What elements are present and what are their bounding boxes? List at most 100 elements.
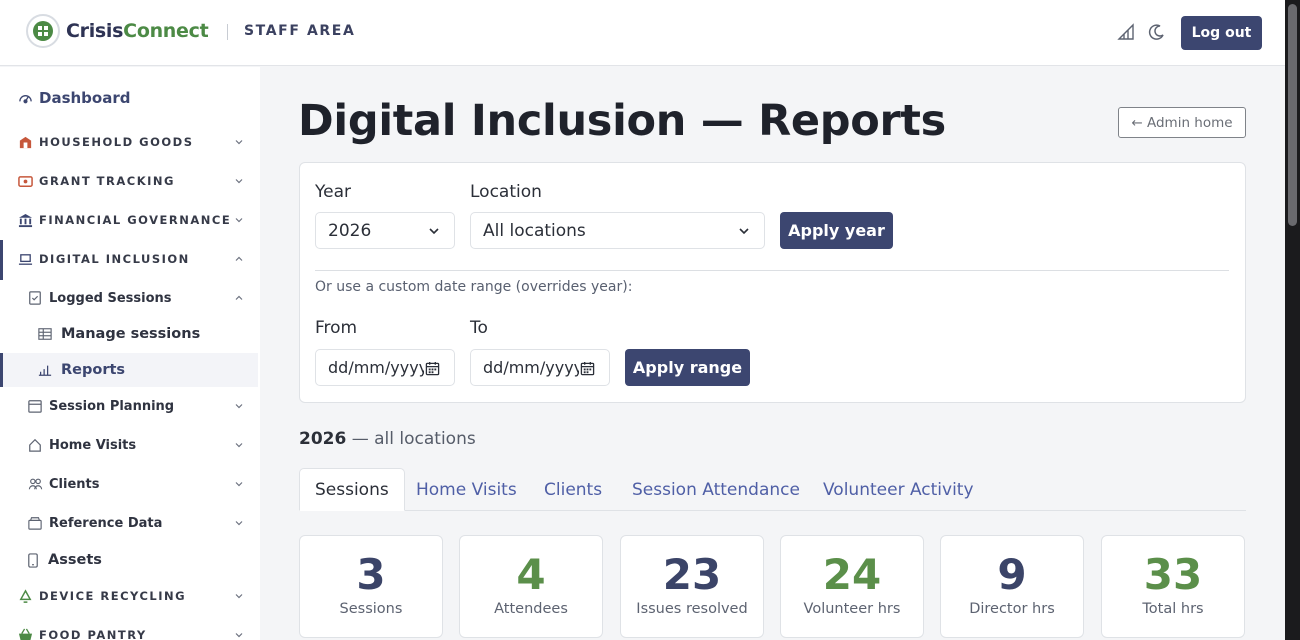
stat-value: 33 [1143, 550, 1203, 599]
sidebar-item-label: FINANCIAL GOVERNANCE [39, 213, 232, 227]
stat-label: Sessions [339, 601, 403, 617]
year-select-value: 2026 [328, 220, 372, 241]
admin-home-button[interactable]: ← Admin home [1118, 107, 1246, 138]
sidebar-item-label: Clients [49, 476, 100, 492]
tab-volunteer-activity[interactable]: Volunteer Activity [823, 468, 974, 511]
chart-icon[interactable] [1116, 22, 1136, 42]
sidebar-item-dashboard[interactable]: Dashboard [0, 87, 260, 109]
chevron-up-icon [233, 253, 245, 265]
chevron-down-icon [233, 590, 245, 602]
summary-year: 2026 [299, 429, 347, 449]
sidebar-item-food-pantry[interactable]: FOOD PANTRY [0, 626, 260, 640]
phone-icon [25, 552, 41, 568]
box-icon [17, 134, 33, 150]
year-label: Year [315, 182, 351, 202]
chevron-down-icon [233, 439, 245, 451]
staff-area-label: STAFF AREA [244, 23, 356, 39]
sidebar-item-session-planning[interactable]: Session Planning [0, 397, 260, 415]
sidebar-item-clients[interactable]: Clients [0, 475, 260, 493]
sidebar-item-label: Assets [48, 552, 102, 568]
table-icon [37, 326, 53, 342]
sidebar-item-reference-data[interactable]: Reference Data [0, 514, 260, 532]
chevron-down-icon [233, 175, 245, 187]
sidebar-item-financial-governance[interactable]: FINANCIAL GOVERNANCE [0, 211, 260, 229]
laptop-icon [17, 251, 33, 267]
chevron-down-icon [233, 400, 245, 412]
sidebar-item-label: Home Visits [49, 437, 137, 453]
wallet-icon [17, 173, 33, 189]
location-select[interactable]: All locations [470, 212, 765, 249]
apply-year-button[interactable]: Apply year [780, 212, 893, 249]
stat-value: 3 [356, 550, 386, 599]
tab-home-visits[interactable]: Home Visits [416, 468, 517, 511]
calendar-icon [27, 398, 43, 414]
chevron-down-icon [233, 478, 245, 490]
page-scrollbar[interactable] [1285, 0, 1300, 640]
stat-card-sessions: 3 Sessions [299, 535, 443, 638]
sidebar-item-household-goods[interactable]: HOUSEHOLD GOODS [0, 133, 260, 151]
sidebar-item-label: GRANT TRACKING [39, 174, 175, 188]
sidebar-item-home-visits[interactable]: Home Visits [0, 436, 260, 454]
sidebar-item-manage-sessions[interactable]: Manage sessions [0, 325, 260, 343]
from-date-input[interactable]: dd/mm/yyyy [315, 349, 455, 386]
report-tabs: Sessions Home Visits Clients Session Att… [299, 468, 1246, 511]
archive-icon [27, 515, 43, 531]
to-label: To [470, 318, 488, 338]
sidebar-item-label: DIGITAL INCLUSION [39, 252, 190, 266]
summary-scope: — all locations [346, 429, 476, 449]
to-date-placeholder: dd/mm/yyyy [483, 358, 584, 377]
apply-range-button[interactable]: Apply range [625, 349, 750, 386]
gauge-icon [17, 90, 33, 106]
bar-chart-icon [37, 362, 53, 378]
stat-label: Volunteer hrs [803, 601, 901, 617]
basket-icon [17, 627, 33, 640]
top-bar: CrisisConnect STAFF AREA Log out [0, 0, 1285, 66]
stat-label: Total hrs [1142, 601, 1204, 617]
from-label: From [315, 318, 358, 338]
filter-divider [315, 270, 1229, 271]
checklist-icon [27, 290, 43, 306]
scrollbar-thumb[interactable] [1288, 4, 1297, 226]
report-summary: 2026 — all locations [299, 429, 476, 449]
sidebar-item-label: Reference Data [49, 515, 163, 531]
sidebar-item-reports[interactable]: Reports [0, 361, 260, 379]
tab-session-attendance[interactable]: Session Attendance [632, 468, 800, 511]
brand-name-second: Connect [123, 20, 209, 42]
location-select-value: All locations [483, 220, 586, 241]
location-label: Location [470, 182, 542, 202]
from-date-placeholder: dd/mm/yyyy [328, 358, 429, 377]
tab-sessions[interactable]: Sessions [299, 468, 405, 511]
moon-icon[interactable] [1147, 22, 1167, 42]
sidebar-item-digital-inclusion[interactable]: DIGITAL INCLUSION [0, 250, 260, 268]
sidebar-item-device-recycling[interactable]: DEVICE RECYCLING [0, 587, 260, 605]
logout-button[interactable]: Log out [1181, 16, 1262, 50]
chevron-down-icon [233, 629, 245, 640]
bank-icon [17, 212, 33, 228]
sidebar-item-label: Reports [61, 362, 126, 378]
chevron-down-icon [738, 225, 750, 237]
stat-value: 24 [822, 550, 882, 599]
sidebar-item-label: FOOD PANTRY [39, 628, 147, 640]
stat-card-director-hrs: 9 Director hrs [940, 535, 1084, 638]
sidebar-item-assets[interactable]: Assets [0, 551, 260, 569]
calendar-icon[interactable] [424, 360, 440, 376]
custom-range-hint: Or use a custom date range (overrides ye… [315, 279, 633, 295]
chevron-up-icon [233, 292, 245, 304]
recycle-icon [17, 588, 33, 604]
stat-value: 4 [516, 550, 546, 599]
sidebar-item-logged-sessions[interactable]: Logged Sessions [0, 289, 260, 307]
brand-name-first: Crisis [66, 20, 124, 42]
calendar-icon[interactable] [579, 360, 595, 376]
sidebar-item-label: DEVICE RECYCLING [39, 589, 187, 603]
brand[interactable]: CrisisConnect [26, 14, 209, 48]
stat-card-total-hrs: 33 Total hrs [1101, 535, 1245, 638]
year-select[interactable]: 2026 [315, 212, 455, 249]
brand-name: CrisisConnect [66, 20, 209, 42]
page-title: Digital Inclusion — Reports [298, 96, 946, 146]
sidebar-item-label: Manage sessions [61, 326, 201, 342]
to-date-input[interactable]: dd/mm/yyyy [470, 349, 610, 386]
stat-label: Issues resolved [636, 601, 748, 617]
sidebar-item-grant-tracking[interactable]: GRANT TRACKING [0, 172, 260, 190]
stat-card-volunteer-hrs: 24 Volunteer hrs [780, 535, 924, 638]
tab-clients[interactable]: Clients [544, 468, 602, 511]
